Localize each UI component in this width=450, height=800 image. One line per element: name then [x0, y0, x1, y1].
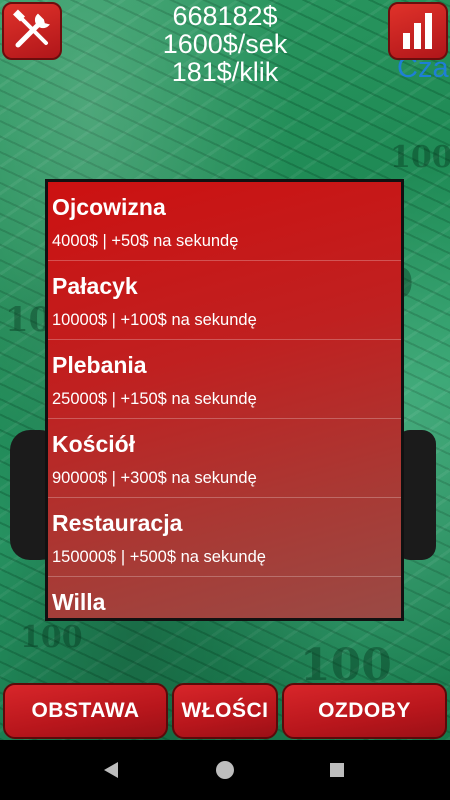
- bar-chart-icon: [403, 13, 432, 49]
- bill-decoration: 100: [390, 140, 450, 175]
- recent-apps-icon[interactable]: [330, 763, 344, 777]
- list-item[interactable]: Willa: [48, 577, 401, 618]
- obstawa-button[interactable]: OBSTAWA: [3, 683, 168, 739]
- wlosci-button[interactable]: WŁOŚCI: [172, 683, 278, 739]
- list-item[interactable]: Pałacyk 10000$ | +100$ na sekundę: [48, 261, 401, 340]
- bill-decoration: 100: [20, 620, 83, 655]
- tools-icon: [12, 9, 50, 48]
- system-nav-bar: [0, 740, 450, 800]
- list-item[interactable]: Plebania 25000$ | +150$ na sekundę: [48, 340, 401, 419]
- item-description: 25000$ | +150$ na sekundę: [52, 390, 257, 408]
- item-name: Restauracja: [52, 510, 183, 536]
- money-total: 668182$: [172, 1, 278, 31]
- item-description: 150000$ | +500$ na sekundę: [52, 548, 266, 566]
- item-name: Pałacyk: [52, 273, 138, 299]
- list-item[interactable]: Kościół 90000$ | +300$ na sekundę: [48, 419, 401, 498]
- stats-button[interactable]: [388, 2, 448, 60]
- item-description: 10000$ | +100$ na sekundę: [52, 311, 257, 329]
- back-icon[interactable]: [104, 762, 118, 778]
- home-icon[interactable]: [216, 761, 234, 779]
- ozdoby-button[interactable]: OZDOBY: [282, 683, 447, 739]
- list-item[interactable]: Restauracja 150000$ | +500$ na sekundę: [48, 498, 401, 577]
- money-per-click: 181$/klik: [171, 57, 279, 87]
- item-name: Ojcowizna: [52, 194, 166, 220]
- tools-button[interactable]: [2, 2, 62, 60]
- item-name: Kościół: [52, 431, 136, 457]
- money-per-second: 1600$/sek: [162, 29, 288, 59]
- item-description: 90000$ | +300$ na sekundę: [52, 469, 257, 487]
- list-item[interactable]: Ojcowizna 4000$ | +50$ na sekundę: [48, 182, 401, 261]
- money-stats: 668182$ 1600$/sek 181$/klik: [0, 2, 450, 86]
- item-name: Plebania: [52, 352, 147, 378]
- property-list[interactable]: Ojcowizna 4000$ | +50$ na sekundę Pałacy…: [45, 179, 404, 621]
- item-description: 4000$ | +50$ na sekundę: [52, 232, 239, 250]
- item-name: Willa: [52, 589, 106, 615]
